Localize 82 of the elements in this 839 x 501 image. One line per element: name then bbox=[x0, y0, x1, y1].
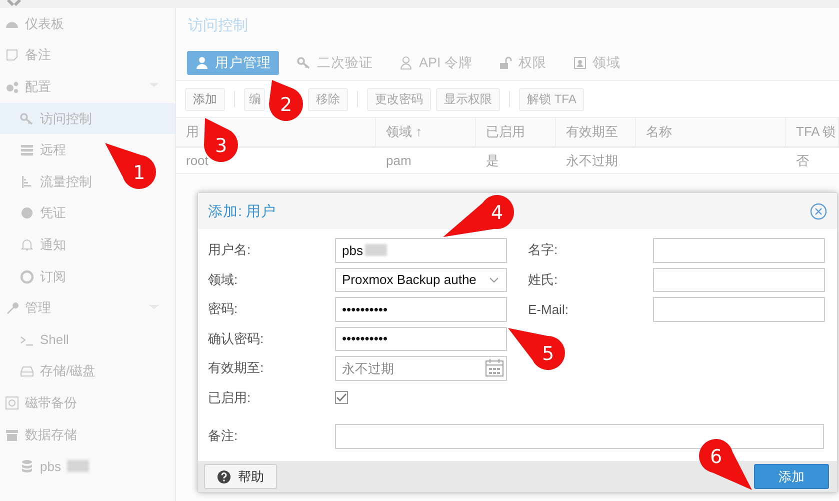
input-field[interactable] bbox=[653, 238, 825, 262]
input-field[interactable] bbox=[653, 297, 825, 322]
sidebar-item[interactable]: 通知 bbox=[40, 236, 66, 254]
column-header[interactable]: 名称 bbox=[636, 118, 786, 146]
wrench-icon bbox=[5, 301, 19, 316]
column-header[interactable]: 已启用 bbox=[476, 118, 556, 146]
badge-icon bbox=[20, 206, 34, 220]
tab[interactable]: 二次验证 bbox=[289, 51, 381, 75]
callout-number: 5 bbox=[542, 343, 554, 365]
calendar-icon[interactable] bbox=[485, 359, 504, 378]
sidebar-item[interactable]: 仪表板 bbox=[25, 14, 64, 33]
help-button[interactable]: 帮助 bbox=[204, 464, 277, 489]
field-label: 密码: bbox=[208, 300, 239, 318]
page-title: 访问控制 bbox=[187, 16, 249, 36]
field-label: 领域: bbox=[208, 270, 239, 289]
callout-number: 2 bbox=[280, 94, 292, 116]
contact-card-icon bbox=[572, 56, 587, 70]
lifebuoy-icon bbox=[20, 270, 34, 284]
bell-icon bbox=[20, 238, 34, 252]
sidebar-item[interactable]: 访问控制 bbox=[40, 110, 92, 128]
sidebar-item[interactable]: pbs bbox=[40, 458, 61, 474]
database-icon bbox=[20, 459, 34, 474]
input-field[interactable] bbox=[653, 268, 825, 292]
select-field[interactable]: Proxmox Backup authe bbox=[335, 268, 507, 292]
bars-icon bbox=[20, 174, 34, 189]
field-label: 用户名: bbox=[208, 241, 252, 260]
help-icon bbox=[217, 470, 231, 484]
tab[interactable]: 领域 bbox=[564, 51, 629, 75]
checkbox[interactable] bbox=[335, 391, 348, 404]
field-label: E-Mail: bbox=[528, 302, 570, 317]
drive-icon bbox=[20, 364, 34, 378]
sidebar-item[interactable]: 远程 bbox=[40, 141, 66, 160]
field-label: 备注: bbox=[208, 427, 239, 446]
key-icon bbox=[20, 112, 34, 126]
input-field[interactable]: •••••••••• bbox=[335, 297, 507, 322]
column-header[interactable]: TFA 锁 bbox=[786, 118, 839, 146]
note-icon bbox=[5, 48, 19, 62]
user-icon bbox=[195, 56, 209, 70]
sidebar-item[interactable]: 备注 bbox=[25, 46, 51, 64]
dialog-title: 添加: 用户 bbox=[208, 202, 276, 220]
date-field[interactable]: 永不过期 bbox=[335, 356, 507, 380]
field-label: 姓氏: bbox=[528, 270, 559, 289]
input-field[interactable] bbox=[335, 424, 824, 448]
field-label: 有效期至: bbox=[208, 359, 265, 378]
table-cell-text: root bbox=[185, 152, 210, 170]
table-cell-text: 是 bbox=[485, 152, 500, 170]
sidebar-item[interactable]: 磁带备份 bbox=[25, 394, 77, 412]
column-header[interactable]: 领域 ↑ bbox=[376, 118, 476, 146]
input-field[interactable]: •••••••••• bbox=[335, 326, 507, 351]
callout-number: 4 bbox=[490, 202, 504, 224]
server-icon bbox=[20, 143, 34, 158]
sidebar-item[interactable]: 管理 bbox=[25, 299, 141, 318]
tab[interactable]: 用户管理 bbox=[187, 51, 279, 75]
add-button[interactable]: 添加 bbox=[754, 464, 829, 489]
table-cell-text: 否 bbox=[795, 152, 810, 170]
tab[interactable]: API 令牌 bbox=[391, 51, 481, 75]
sidebar-item[interactable]: Shell bbox=[40, 332, 69, 348]
input-field[interactable]: pbs bbox=[335, 238, 507, 262]
archive-icon bbox=[5, 428, 19, 442]
sidebar-item[interactable]: 流量控制 bbox=[40, 172, 92, 191]
gears-icon bbox=[5, 80, 19, 94]
column-header[interactable]: 有效期至 bbox=[556, 118, 636, 146]
tape-icon bbox=[5, 396, 19, 410]
sidebar-item[interactable]: 存储/磁盘 bbox=[40, 362, 96, 380]
field-label: 名字: bbox=[528, 241, 559, 260]
tab[interactable]: 权限 bbox=[490, 51, 555, 75]
chevron-down-icon bbox=[489, 276, 499, 283]
field-label: 已启用: bbox=[208, 388, 252, 407]
toolbar-button[interactable]: 添加 bbox=[185, 88, 225, 110]
sidebar-item[interactable]: 配置 bbox=[25, 78, 141, 96]
close-icon[interactable] bbox=[810, 202, 827, 220]
person-outline-icon bbox=[399, 56, 413, 70]
field-label: 确认密码: bbox=[208, 330, 265, 348]
callout-number: 1 bbox=[132, 162, 146, 184]
table-cell-text: pam bbox=[385, 152, 412, 170]
callout-number: 6 bbox=[710, 446, 722, 468]
sidebar-item[interactable]: 数据存储 bbox=[25, 426, 77, 444]
table-cell-text: 永不过期 bbox=[565, 152, 619, 170]
unlock-icon bbox=[498, 56, 513, 70]
sidebar-item[interactable]: 订阅 bbox=[40, 268, 66, 286]
sidebar-item[interactable]: 凭证 bbox=[40, 204, 66, 222]
key-icon bbox=[297, 56, 311, 70]
